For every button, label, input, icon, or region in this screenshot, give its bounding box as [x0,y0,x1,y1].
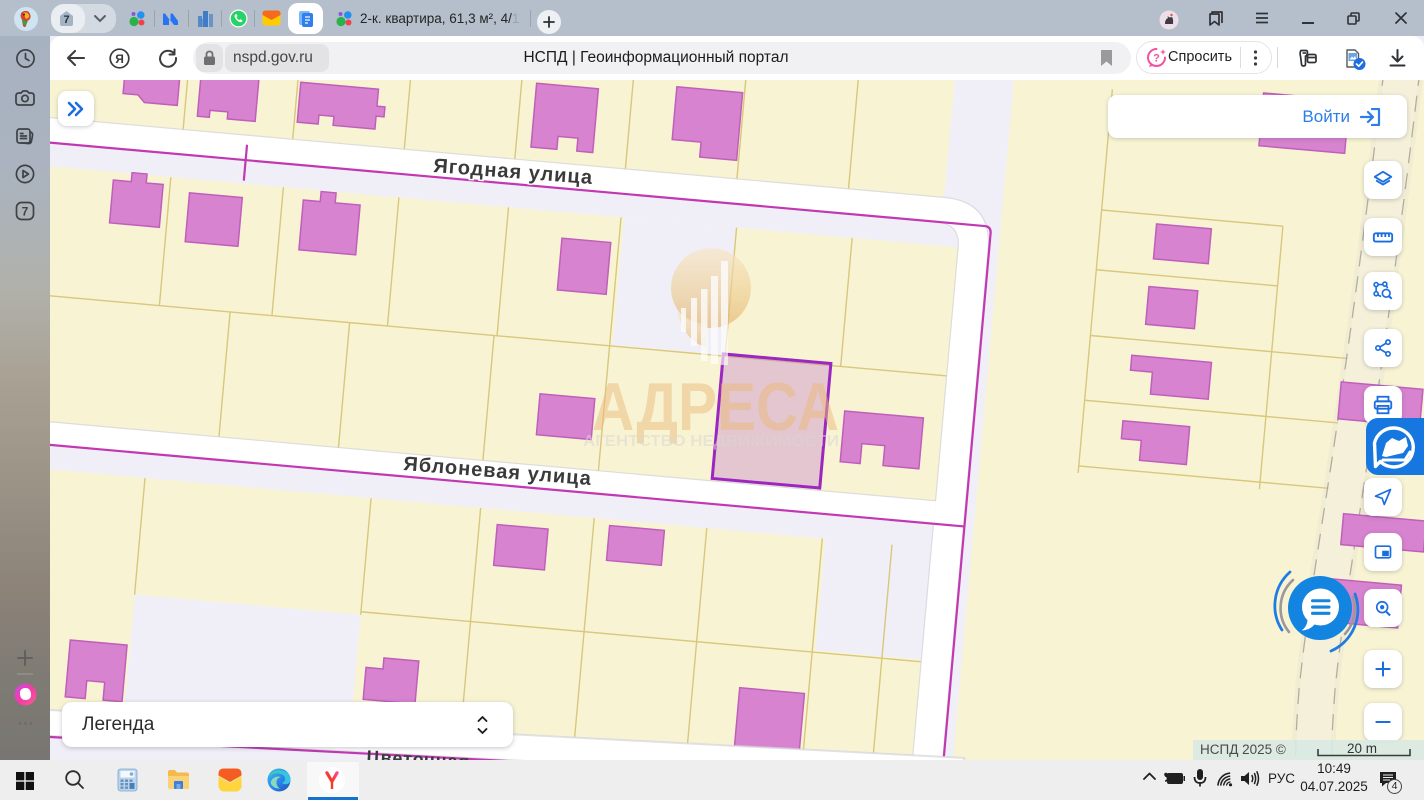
svg-text:АГЕНТСТВО НЕДВИЖИМОСТИ: АГЕНТСТВО НЕДВИЖИМОСТИ [583,433,839,450]
svg-text:7: 7 [22,205,29,219]
svg-text:Я: Я [115,52,124,66]
svg-text:7: 7 [63,14,69,26]
svg-text:?: ? [1153,53,1160,65]
